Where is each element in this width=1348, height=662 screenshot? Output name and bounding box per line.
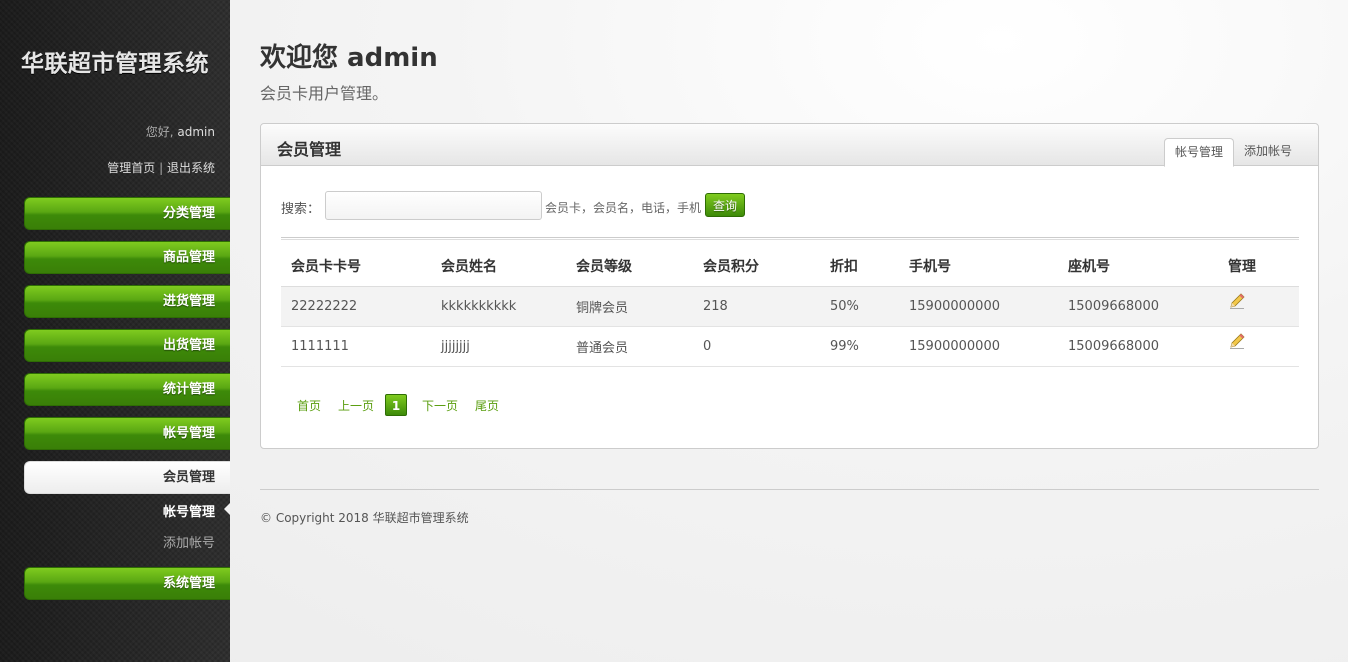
col-member-level: 会员等级: [566, 247, 693, 287]
cell-member-name: kkkkkkkkkk: [431, 286, 566, 327]
username: admin: [177, 125, 215, 139]
box-title: 会员管理: [277, 140, 342, 159]
col-manage: 管理: [1218, 247, 1299, 287]
site-title: 华联超市管理系统: [21, 51, 209, 77]
box-header: 会员管理 帐号管理 添加帐号: [261, 124, 1318, 167]
cell-landline: 15009668000: [1058, 286, 1218, 327]
cell-member-level: 普通会员: [566, 326, 693, 367]
cell-member-name: jjjjjjjj: [431, 326, 566, 367]
cell-member-level: 铜牌会员: [566, 286, 693, 327]
greeting: 您好, admin: [146, 123, 215, 140]
nav-item-system[interactable]: 系统管理: [24, 567, 230, 600]
page-last[interactable]: 尾页: [475, 397, 499, 414]
cell-mobile: 15900000000: [899, 326, 1058, 367]
cell-card-number: 1111111: [281, 326, 431, 367]
nav-item-members[interactable]: 会员管理: [24, 461, 230, 494]
nav-item-shipping[interactable]: 出货管理: [24, 329, 230, 362]
search-input[interactable]: [325, 191, 542, 220]
pencil-icon[interactable]: [1228, 332, 1246, 354]
footer-divider: [260, 489, 1319, 490]
page-first[interactable]: 首页: [297, 397, 321, 414]
subnav-account-manage[interactable]: 帐号管理: [163, 501, 215, 520]
table-row: 22222222 kkkkkkkkkk 铜牌会员 218 50% 1590000…: [281, 286, 1299, 327]
members-table: 会员卡卡号 会员姓名 会员等级 会员积分 折扣 手机号 座机号 管理 22222…: [281, 247, 1299, 367]
table-row: 1111111 jjjjjjjj 普通会员 0 99% 15900000000 …: [281, 326, 1299, 367]
cell-points: 218: [693, 286, 820, 327]
current-indicator-arrow: [224, 503, 230, 515]
content-box: 会员管理 帐号管理 添加帐号 搜索： 会员卡，会员名，电话，手机 查询 会员卡卡…: [260, 123, 1319, 449]
table-header-row: 会员卡卡号 会员姓名 会员等级 会员积分 折扣 手机号 座机号 管理: [281, 247, 1299, 287]
page-heading: 欢迎您 admin: [260, 43, 438, 73]
cell-mobile: 15900000000: [899, 286, 1058, 327]
table-divider: [281, 237, 1299, 240]
page-next[interactable]: 下一页: [422, 397, 458, 414]
sidebar: 华联超市管理系统 您好, admin 管理首页 | 退出系统 分类管理 商品管理…: [0, 0, 230, 662]
cell-discount: 99%: [820, 326, 899, 367]
col-discount: 折扣: [820, 247, 899, 287]
nav-item-purchasing[interactable]: 进货管理: [24, 285, 230, 318]
page-current[interactable]: 1: [385, 394, 407, 416]
page-prev[interactable]: 上一页: [338, 397, 374, 414]
top-links: 管理首页 | 退出系统: [107, 159, 215, 176]
greeting-prefix: 您好,: [145, 125, 178, 139]
cell-manage: [1218, 286, 1299, 327]
pencil-icon[interactable]: [1228, 292, 1246, 314]
nav-item-statistics[interactable]: 统计管理: [24, 373, 230, 406]
link-separator: |: [155, 161, 167, 175]
cell-card-number: 22222222: [281, 286, 431, 327]
col-card-number: 会员卡卡号: [281, 247, 431, 287]
logout-link[interactable]: 退出系统: [167, 161, 215, 175]
cell-manage: [1218, 326, 1299, 367]
col-points: 会员积分: [693, 247, 820, 287]
search-hint: 会员卡，会员名，电话，手机: [545, 201, 702, 215]
search-button[interactable]: 查询: [705, 193, 745, 217]
nav-item-accounts[interactable]: 帐号管理: [24, 417, 230, 450]
nav-item-category[interactable]: 分类管理: [24, 197, 230, 230]
subnav-add-account[interactable]: 添加帐号: [163, 532, 215, 551]
tab-account-manage[interactable]: 帐号管理: [1164, 138, 1235, 167]
col-landline: 座机号: [1058, 247, 1218, 287]
tab-add-account[interactable]: 添加帐号: [1234, 138, 1302, 166]
col-member-name: 会员姓名: [431, 247, 566, 287]
nav-item-products[interactable]: 商品管理: [24, 241, 230, 274]
cell-points: 0: [693, 326, 820, 367]
search-label: 搜索：: [281, 202, 321, 217]
cell-discount: 50%: [820, 286, 899, 327]
col-mobile: 手机号: [899, 247, 1058, 287]
home-link[interactable]: 管理首页: [107, 161, 155, 175]
cell-landline: 15009668000: [1058, 326, 1218, 367]
page-subtitle: 会员卡用户管理。: [260, 84, 389, 103]
footer-copyright: © Copyright 2018 华联超市管理系统: [260, 511, 469, 525]
